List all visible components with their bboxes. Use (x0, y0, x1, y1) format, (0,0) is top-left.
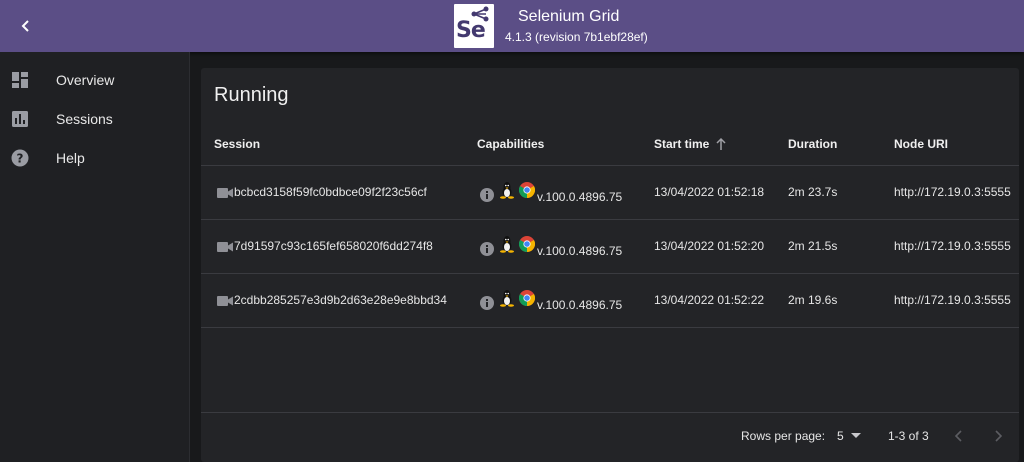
column-header-duration[interactable]: Duration (788, 137, 837, 151)
table-row[interactable]: 2cdbb285257e3d9b2d63e28e9e8bbd34 v.100.0… (201, 274, 1019, 328)
arrow-drop-down-icon (851, 433, 861, 438)
table-header: Session Capabilities Start time Duration… (201, 124, 1019, 166)
column-header-start-time[interactable]: Start time (654, 137, 709, 151)
sidebar-item-sessions[interactable]: Sessions (0, 99, 190, 138)
back-button[interactable] (12, 12, 40, 40)
column-header-capabilities[interactable]: Capabilities (477, 137, 544, 151)
chrome-icon (519, 290, 535, 306)
rows-per-page-select[interactable]: 5 (833, 425, 863, 447)
chrome-icon (519, 236, 535, 252)
arrow-up-icon[interactable] (714, 136, 728, 152)
info-icon[interactable] (480, 296, 494, 310)
rows-per-page-value: 5 (837, 429, 844, 443)
sidebar-item-help[interactable]: ? Help (0, 138, 190, 177)
info-icon[interactable] (480, 188, 494, 202)
help-icon: ? (11, 149, 29, 167)
pagination-range: 1-3 of 3 (888, 429, 929, 443)
start-time: 13/04/2022 01:52:20 (654, 239, 765, 253)
column-header-session[interactable]: Session (214, 137, 260, 151)
logo-text: Se (456, 18, 486, 43)
info-icon[interactable] (480, 242, 494, 256)
assessment-icon (11, 110, 29, 128)
linux-icon (500, 182, 514, 199)
node-uri: http://172.19.0.3:5555 (894, 239, 1011, 253)
browser-version: v.100.0.4896.75 (537, 190, 623, 204)
table-pagination: Rows per page: 5 1-3 of 3 (201, 412, 1019, 462)
chevron-right-icon (995, 430, 1003, 442)
sidebar-item-overview[interactable]: Overview (0, 60, 190, 99)
next-page-button[interactable] (986, 424, 1010, 448)
linux-icon (500, 236, 514, 253)
start-time: 13/04/2022 01:52:18 (654, 185, 765, 199)
session-id: bcbcd3158f59fc0bdbce09f2f23c56cf (234, 185, 427, 199)
sidebar-item-label: Overview (56, 71, 115, 88)
app-version: 4.1.3 (revision 7b1ebf28ef) (505, 30, 648, 44)
chevron-left-icon (954, 430, 962, 442)
duration: 2m 23.7s (788, 185, 838, 199)
node-uri: http://172.19.0.3:5555 (894, 293, 1011, 307)
rows-per-page-label: Rows per page: (741, 429, 826, 443)
previous-page-button[interactable] (947, 424, 971, 448)
sidebar-item-label: Help (56, 149, 85, 166)
duration: 2m 19.6s (788, 293, 838, 307)
browser-version: v.100.0.4896.75 (537, 244, 623, 258)
svg-text:?: ? (17, 151, 24, 165)
column-header-node-uri[interactable]: Node URI (894, 137, 948, 151)
linux-icon (500, 290, 514, 307)
session-id: 2cdbb285257e3d9b2d63e28e9e8bbd34 (234, 293, 447, 307)
node-uri: http://172.19.0.3:5555 (894, 185, 1011, 199)
session-id: 7d91597c93c165fef658020f6dd274f8 (234, 239, 433, 253)
start-time: 13/04/2022 01:52:22 (654, 293, 765, 307)
sidebar-item-label: Sessions (56, 110, 113, 127)
videocam-icon[interactable] (217, 241, 233, 253)
browser-version: v.100.0.4896.75 (537, 298, 623, 312)
videocam-icon[interactable] (217, 295, 233, 307)
duration: 2m 21.5s (788, 239, 838, 253)
chrome-icon (519, 182, 535, 198)
chevron-left-icon (21, 20, 29, 32)
app-title: Selenium Grid (518, 8, 620, 25)
videocam-icon[interactable] (217, 187, 233, 199)
table-row[interactable]: 7d91597c93c165fef658020f6dd274f8 v.100.0… (201, 220, 1019, 274)
dashboard-icon (11, 71, 29, 89)
app-bar: Se Selenium Grid 4.1.3 (revision 7b1ebf2… (0, 0, 1024, 52)
selenium-logo: Se (454, 4, 494, 48)
page-title: Running (214, 84, 289, 106)
sidebar: Overview Sessions ? Help (0, 52, 190, 462)
sessions-panel: Running Session Capabilities Start time … (201, 68, 1019, 462)
table-row[interactable]: bcbcd3158f59fc0bdbce09f2f23c56cf v.100.0… (201, 166, 1019, 220)
